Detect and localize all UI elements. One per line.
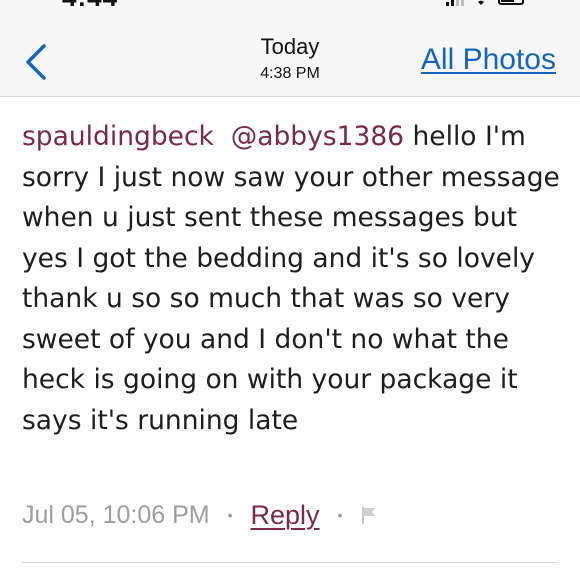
reply-link[interactable]: Reply bbox=[251, 500, 320, 531]
status-time: 4:44 bbox=[62, 0, 118, 13]
battery-icon bbox=[498, 0, 524, 5]
separator-dot: • bbox=[227, 507, 233, 523]
all-photos-link[interactable]: All Photos bbox=[421, 42, 556, 78]
separator-dot: • bbox=[337, 507, 343, 523]
flag-icon[interactable] bbox=[360, 505, 378, 525]
comment-mention[interactable]: @abbys1386 bbox=[231, 121, 404, 152]
wifi-icon bbox=[478, 0, 484, 5]
comment-body: spauldingbeck @abbys1386 hello I'm sorry… bbox=[22, 117, 562, 441]
status-icons bbox=[446, 0, 524, 6]
comment-timestamp: Jul 05, 10:06 PM bbox=[22, 500, 210, 529]
status-bar: 4:44 bbox=[0, 0, 580, 14]
comment-username[interactable]: spauldingbeck bbox=[22, 121, 214, 152]
cellular-signal-icon bbox=[446, 0, 464, 6]
comment-meta-row: Jul 05, 10:06 PM • Reply • bbox=[22, 495, 378, 535]
navigation-header: Today 4:38 PM All Photos bbox=[0, 14, 580, 97]
comment-text: hello I'm sorry I just now saw your othe… bbox=[22, 121, 560, 436]
divider bbox=[22, 562, 558, 563]
